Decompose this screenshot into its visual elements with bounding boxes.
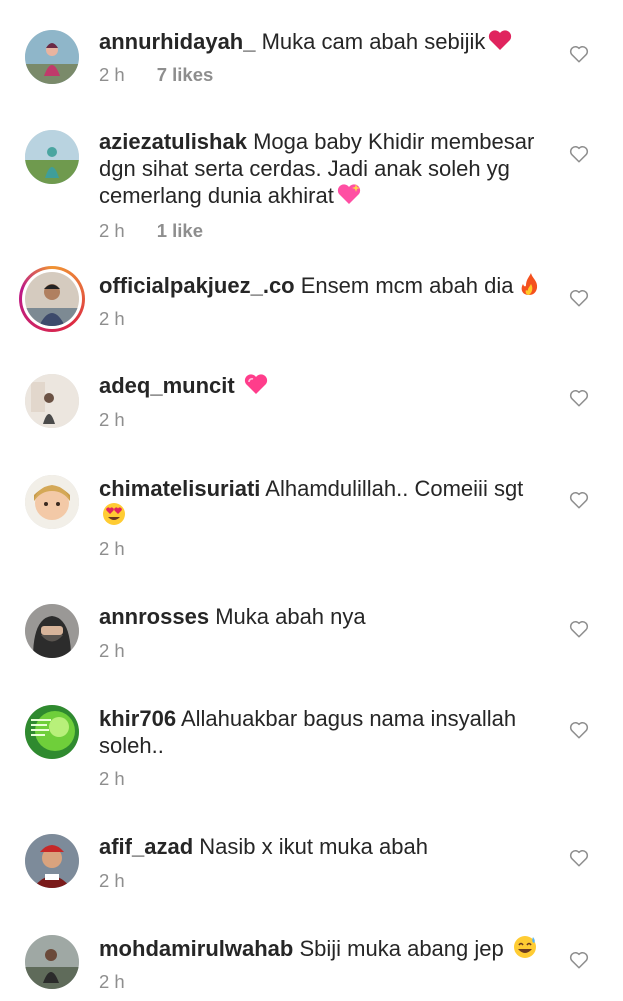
comment-username[interactable]: mohdamirulwahab: [99, 936, 293, 961]
comment-meta: 2 h: [99, 768, 125, 790]
comment-time: 2 h: [99, 538, 125, 559]
comment-time: 2 h: [99, 308, 125, 329]
comment-time: 2 h: [99, 971, 125, 992]
comment-username[interactable]: chimatelisuriati: [99, 476, 260, 501]
comment-time: 2 h: [99, 64, 125, 85]
avatar[interactable]: [25, 604, 79, 658]
comment-meta: 2 h: [99, 971, 125, 993]
comment-time: 2 h: [99, 220, 125, 241]
comment-likes[interactable]: 7 likes: [157, 64, 214, 86]
like-heart-icon[interactable]: [566, 386, 592, 410]
comment-text: chimatelisuriati Alhamdulillah.. Comeiii…: [99, 475, 554, 529]
pink-heart-emoji: [241, 373, 269, 398]
comment-text: annurhidayah_ Muka cam abah sebijik: [99, 28, 554, 55]
like-heart-icon[interactable]: [566, 948, 592, 972]
comment-username[interactable]: officialpakjuez_.co: [99, 273, 295, 298]
comment-text: adeq_muncit: [99, 372, 554, 399]
comment-meta: 2 h: [99, 538, 125, 560]
like-heart-icon[interactable]: [566, 617, 592, 641]
avatar[interactable]: [25, 935, 79, 989]
comment-body: Sbiji muka abang jep: [299, 936, 504, 961]
comment-username[interactable]: annrosses: [99, 604, 209, 629]
comment-time: 2 h: [99, 870, 125, 891]
comment-meta: 2 h: [99, 870, 125, 892]
avatar[interactable]: [25, 374, 79, 428]
avatar[interactable]: [25, 130, 79, 184]
comment-text: mohdamirulwahab Sbiji muka abang jep: [99, 935, 554, 962]
comment-likes[interactable]: 1 like: [157, 220, 203, 242]
comment-meta: 2 h: [99, 640, 125, 662]
comment-body: Ensem mcm abah dia: [300, 273, 514, 298]
comment-text: aziezatulishak Moga baby Khidir membesar…: [99, 128, 554, 209]
like-heart-icon[interactable]: [566, 286, 592, 310]
avatar[interactable]: [25, 705, 79, 759]
red-heart-emoji: [485, 29, 513, 54]
avatar[interactable]: [25, 834, 79, 888]
comment-text: annrosses Muka abah nya: [99, 603, 554, 630]
avatar-with-story-ring[interactable]: [19, 266, 85, 332]
fire-emoji: [514, 273, 542, 298]
sparkling-heart-emoji: [334, 183, 362, 208]
like-heart-icon[interactable]: [566, 718, 592, 742]
comment-meta: 2 h: [99, 308, 125, 330]
comment-text: afif_azad Nasib x ikut muka abah: [99, 833, 554, 860]
comment-text: khir706 Allahuakbar bagus nama insyallah…: [99, 705, 554, 759]
comment-username[interactable]: annurhidayah_: [99, 29, 255, 54]
comment-username[interactable]: afif_azad: [99, 834, 193, 859]
comment-time: 2 h: [99, 768, 125, 789]
comment-body: Muka cam abah sebijik: [261, 29, 486, 54]
comment-username[interactable]: aziezatulishak: [99, 129, 247, 154]
comment-time: 2 h: [99, 640, 125, 661]
like-heart-icon[interactable]: [566, 488, 592, 512]
comment-body: Muka abah nya: [215, 604, 366, 629]
comment-username[interactable]: khir706: [99, 706, 176, 731]
comment-meta: 2 h: [99, 409, 125, 431]
like-heart-icon[interactable]: [566, 142, 592, 166]
like-heart-icon[interactable]: [566, 42, 592, 66]
heart-eyes-emoji: [99, 503, 127, 528]
comment-meta: 2 h 7 likes: [99, 64, 213, 86]
comment-username[interactable]: adeq_muncit: [99, 373, 235, 398]
avatar[interactable]: [25, 475, 79, 529]
sweat-smile-emoji: [510, 936, 538, 961]
avatar[interactable]: [25, 30, 79, 84]
like-heart-icon[interactable]: [566, 846, 592, 870]
comment-body: Alhamdulillah.. Comeiii sgt: [265, 476, 524, 501]
comment-meta: 2 h 1 like: [99, 220, 203, 242]
comment-body: Nasib x ikut muka abah: [199, 834, 428, 859]
comment-time: 2 h: [99, 409, 125, 430]
comment-text: officialpakjuez_.co Ensem mcm abah dia: [99, 272, 554, 299]
